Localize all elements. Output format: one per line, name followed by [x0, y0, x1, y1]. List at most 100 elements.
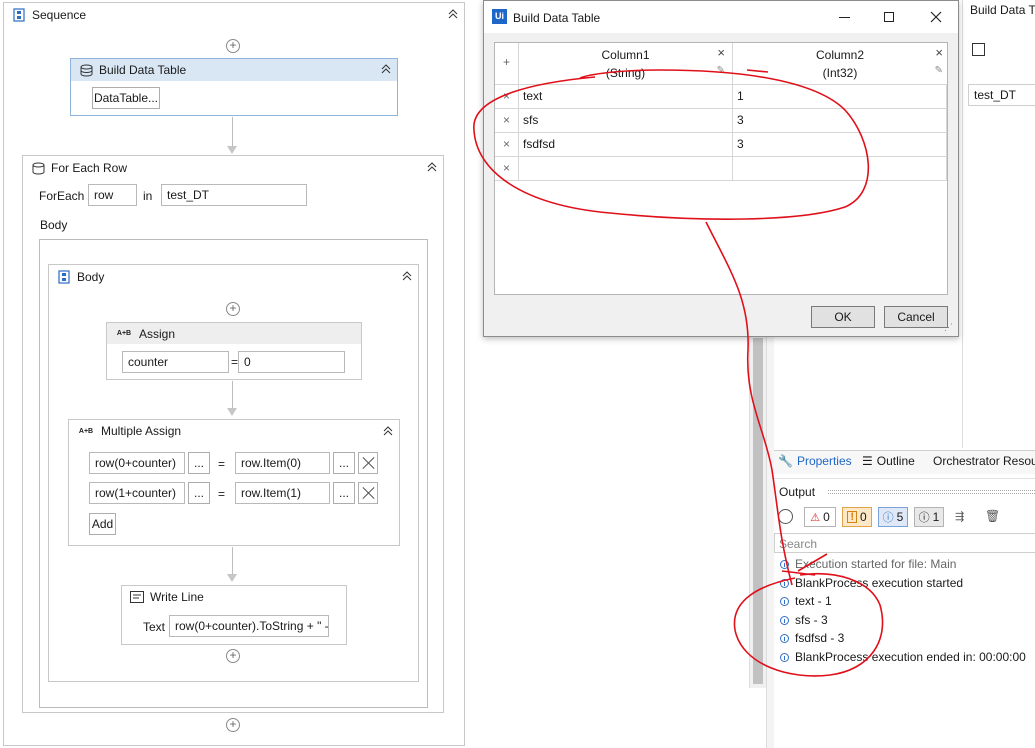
remove-row-icon[interactable]: × [495, 133, 519, 157]
remove-row-icon[interactable] [358, 482, 378, 504]
warning-icon: ! [847, 511, 857, 523]
dialog-titlebar[interactable]: Ui Build Data Table [484, 1, 958, 33]
table-cell[interactable]: 3 [733, 109, 947, 133]
remove-column-icon[interactable]: × [935, 45, 943, 60]
assign-icon: A+B [116, 330, 132, 337]
multi-assign-to-field[interactable]: row(1+counter) [89, 482, 185, 504]
write-line-title: Write Line [150, 590, 204, 604]
foreach-collection-field[interactable]: test_DT [161, 184, 307, 206]
table-cell[interactable]: 3 [733, 133, 947, 157]
foreach-item-field[interactable]: row [88, 184, 137, 206]
add-activity-icon[interactable]: + [226, 718, 240, 732]
output-line[interactable]: BlankProcess execution ended in: 00:00:0… [780, 650, 1026, 664]
assign-to-field[interactable]: counter [122, 351, 229, 373]
data-grid[interactable]: + Column1 (String) × ✎ Column2 (Int32) ×… [494, 42, 948, 295]
multiple-assign-header[interactable]: A+B Multiple Assign [69, 420, 399, 442]
table-cell[interactable]: 1 [733, 85, 947, 109]
sequence-icon [12, 8, 26, 22]
tab-properties[interactable]: 🔧 Properties [778, 454, 852, 468]
collapse-icon[interactable] [425, 160, 439, 174]
panel-tabs: 🔧 Properties ☰ Outline Orchestrator Reso… [774, 450, 1035, 474]
remove-row-icon[interactable]: × [495, 109, 519, 133]
add-button[interactable]: Add [89, 513, 116, 535]
assign-header[interactable]: A+B Assign [107, 323, 361, 344]
trace-icon: ⓘ [918, 512, 930, 524]
remove-row-icon[interactable]: × [495, 157, 519, 181]
collapse-icon[interactable] [381, 424, 395, 438]
add-activity-icon[interactable]: + [226, 302, 240, 316]
write-line-header[interactable]: Write Line [122, 586, 346, 608]
ok-button[interactable]: OK [811, 306, 875, 328]
properties-panel-partial: Build Data Ta test_DT [962, 0, 1035, 448]
build-data-table-header[interactable]: Build Data Table [71, 59, 397, 81]
output-line[interactable]: Execution started for file: Main [780, 557, 956, 571]
multi-assign-equals: = [218, 487, 226, 501]
collapse-all-icon[interactable]: ⇶ [955, 510, 964, 523]
edit-column-icon[interactable]: ✎ [717, 65, 725, 76]
output-title: Output [779, 485, 816, 499]
tab-orchestrator-resources[interactable]: Orchestrator Resou [933, 454, 1035, 468]
minimize-icon[interactable] [839, 17, 850, 18]
remove-row-icon[interactable]: × [495, 85, 519, 109]
multiple-assign-title: Multiple Assign [101, 424, 182, 438]
datatable-output-field[interactable]: test_DT [968, 84, 1035, 106]
multi-assign-value-field[interactable]: row.Item(0) [235, 452, 330, 474]
output-line[interactable]: BlankProcess execution started [780, 576, 963, 590]
error-icon: ⚠ [810, 511, 821, 524]
resize-grip-icon[interactable]: ⋰ [944, 322, 953, 333]
sequence-header[interactable]: Sequence [4, 3, 464, 27]
remove-column-icon[interactable]: × [717, 45, 725, 60]
write-line-text-field[interactable]: row(0+counter).ToString + " - [169, 615, 329, 637]
output-search-input[interactable]: Search [774, 533, 1035, 553]
outline-icon: ☰ [862, 454, 873, 468]
multi-assign-value-field[interactable]: row.Item(1) [235, 482, 330, 504]
table-cell[interactable] [733, 157, 947, 181]
output-line[interactable]: sfs - 3 [780, 613, 828, 627]
expression-editor-button[interactable]: ... [188, 452, 210, 474]
multi-assign-to-field[interactable]: row(0+counter) [89, 452, 185, 474]
warnings-filter-button[interactable]: ! 0 [842, 507, 872, 527]
scrollbar-thumb[interactable] [753, 338, 763, 684]
cancel-button[interactable]: Cancel [884, 306, 948, 328]
output-line[interactable]: text - 1 [780, 594, 832, 608]
add-activity-icon[interactable]: + [226, 39, 240, 53]
table-cell[interactable] [519, 157, 733, 181]
output-line[interactable]: fsdfsd - 3 [780, 631, 844, 645]
body-sequence-header[interactable]: Body [49, 265, 418, 289]
expression-editor-button[interactable]: ... [333, 482, 355, 504]
edit-column-icon[interactable]: ✎ [935, 65, 943, 76]
trace-filter-button[interactable]: ⓘ 1 [914, 507, 944, 527]
search-placeholder: Search [779, 537, 818, 551]
collapse-icon[interactable] [400, 269, 414, 283]
remove-row-icon[interactable] [358, 452, 378, 474]
vertical-scrollbar[interactable] [749, 330, 766, 688]
add-column-cell[interactable]: + [495, 43, 519, 85]
add-activity-icon[interactable]: + [226, 649, 240, 663]
expression-editor-button[interactable]: ... [333, 452, 355, 474]
checkbox[interactable] [972, 43, 985, 56]
errors-filter-button[interactable]: ⚠ 0 [804, 507, 836, 527]
for-each-row-header[interactable]: For Each Row [23, 156, 443, 180]
info-icon [780, 633, 789, 643]
close-icon[interactable] [928, 9, 944, 25]
connector-arrow [227, 408, 237, 416]
column-header-column1[interactable]: Column1 (String) × ✎ [519, 43, 733, 85]
clear-icon[interactable]: 🗑 [985, 509, 1000, 523]
table-cell[interactable]: text [519, 85, 733, 109]
collapse-icon[interactable] [379, 62, 393, 76]
maximize-icon[interactable] [884, 12, 894, 22]
info-filter-button[interactable]: ⓘ 5 [878, 507, 908, 527]
table-cell[interactable]: sfs [519, 109, 733, 133]
assign-value-field[interactable]: 0 [238, 351, 345, 373]
table-cell[interactable]: fsdfsd [519, 133, 733, 157]
tab-outline[interactable]: ☰ Outline [862, 454, 915, 468]
collapse-icon[interactable] [446, 7, 460, 21]
column-header-column2[interactable]: Column2 (Int32) × ✎ [733, 43, 947, 85]
connector-line [232, 117, 233, 147]
connector-arrow [227, 574, 237, 582]
build-data-table-activity[interactable]: Build Data Table DataTable... [70, 58, 398, 116]
body-sequence-title: Body [77, 270, 105, 284]
datatable-button[interactable]: DataTable... [92, 87, 160, 109]
clock-icon[interactable] [778, 509, 793, 524]
expression-editor-button[interactable]: ... [188, 482, 210, 504]
